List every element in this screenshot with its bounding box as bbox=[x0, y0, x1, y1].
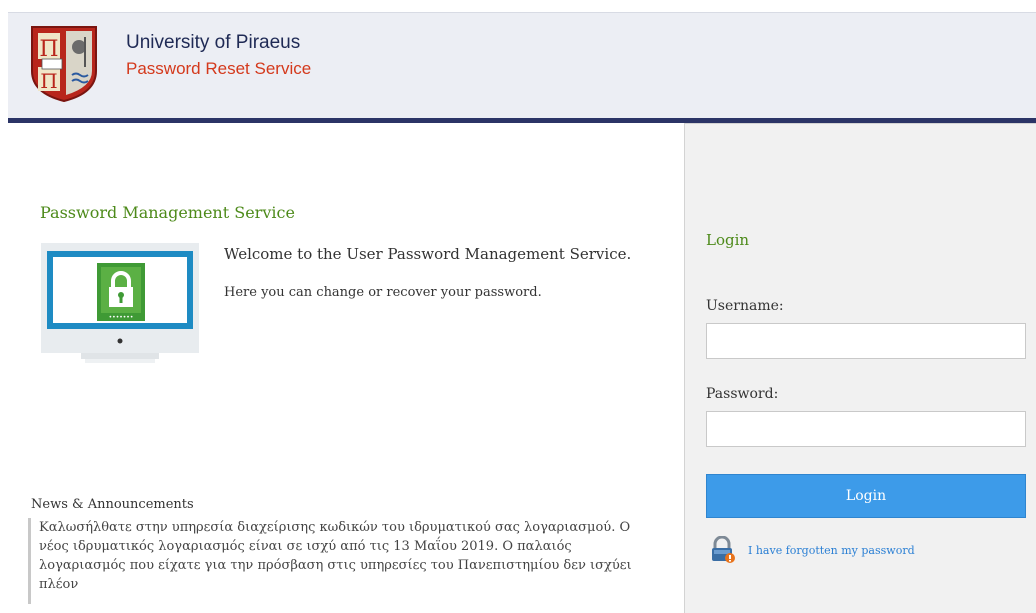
news-announcement: Καλωσήλθατε στην υπηρεσία διαχείρισης κω… bbox=[28, 518, 638, 604]
password-input[interactable] bbox=[706, 411, 1026, 447]
site-title: University of Piraeus bbox=[126, 32, 301, 53]
main-content: Password Management Service ••••••• Welc… bbox=[8, 123, 684, 613]
news-text: Καλωσήλθατε στην υπηρεσία διαχείρισης κω… bbox=[39, 520, 632, 592]
monitor-lock-icon: ••••••• bbox=[41, 243, 199, 363]
login-button[interactable]: Login bbox=[706, 474, 1026, 518]
description-text: Here you can change or recover your pass… bbox=[224, 285, 542, 300]
svg-text:Π: Π bbox=[39, 37, 58, 62]
welcome-text: Welcome to the User Password Management … bbox=[224, 245, 632, 263]
news-title: News & Announcements bbox=[31, 497, 194, 512]
svg-text:•••••••: ••••••• bbox=[109, 314, 134, 321]
page-header: Π Π University of Piraeus Password Reset… bbox=[8, 12, 1036, 118]
username-input[interactable] bbox=[706, 323, 1026, 359]
section-title: Password Management Service bbox=[40, 203, 295, 222]
lock-warning-icon bbox=[712, 536, 735, 563]
login-panel: Login Username: Password: Login I have f… bbox=[684, 123, 1036, 613]
password-label: Password: bbox=[706, 386, 779, 402]
svg-text:Π: Π bbox=[40, 69, 57, 93]
site-subtitle: Password Reset Service bbox=[126, 59, 312, 78]
username-label: Username: bbox=[706, 298, 784, 314]
login-title: Login bbox=[706, 231, 750, 249]
university-logo-icon: Π Π bbox=[31, 26, 97, 103]
forgot-password-link[interactable]: I have forgotten my password bbox=[748, 544, 915, 557]
